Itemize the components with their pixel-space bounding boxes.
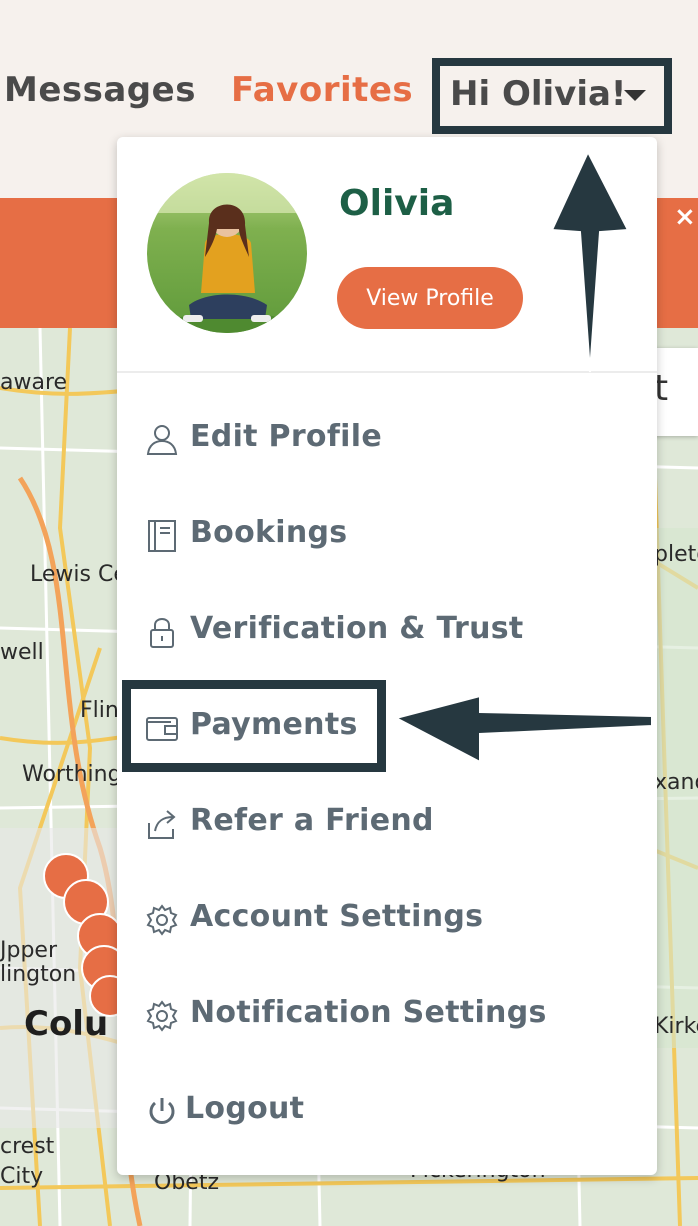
arrow-left-icon [393, 694, 653, 764]
arrow-up-icon [550, 149, 630, 373]
annotation-arrows [393, 149, 653, 764]
